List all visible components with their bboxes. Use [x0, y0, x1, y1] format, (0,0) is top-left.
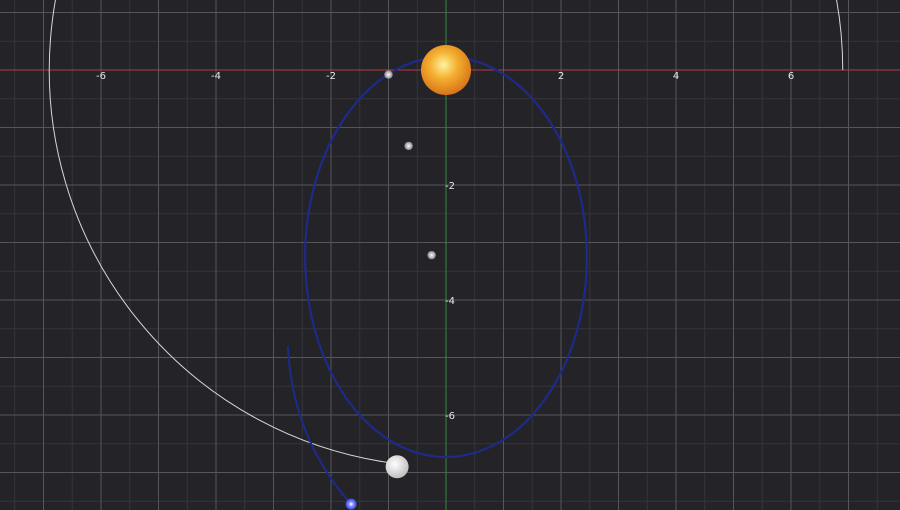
marker-point — [404, 141, 413, 151]
y-tick-label: -4 — [445, 296, 455, 307]
sun-icon[interactable] — [421, 45, 471, 95]
x-tick-label: 4 — [673, 71, 679, 82]
x-tick-label: -6 — [96, 71, 106, 82]
probe-icon[interactable] — [345, 498, 357, 510]
y-tick-label: -2 — [445, 181, 455, 192]
y-tick-label: -6 — [445, 411, 455, 422]
x-tick-label: 6 — [788, 71, 794, 82]
marker-point — [427, 250, 436, 260]
planet-icon[interactable] — [385, 455, 409, 479]
x-tick-label: -2 — [326, 71, 336, 82]
x-tick-label: -4 — [211, 71, 221, 82]
marker-point — [384, 70, 393, 79]
orbit-simulation-canvas[interactable]: -6 -4 -2 2 4 6 -2 -4 -6 — [0, 0, 900, 510]
x-tick-label: 2 — [558, 71, 564, 82]
